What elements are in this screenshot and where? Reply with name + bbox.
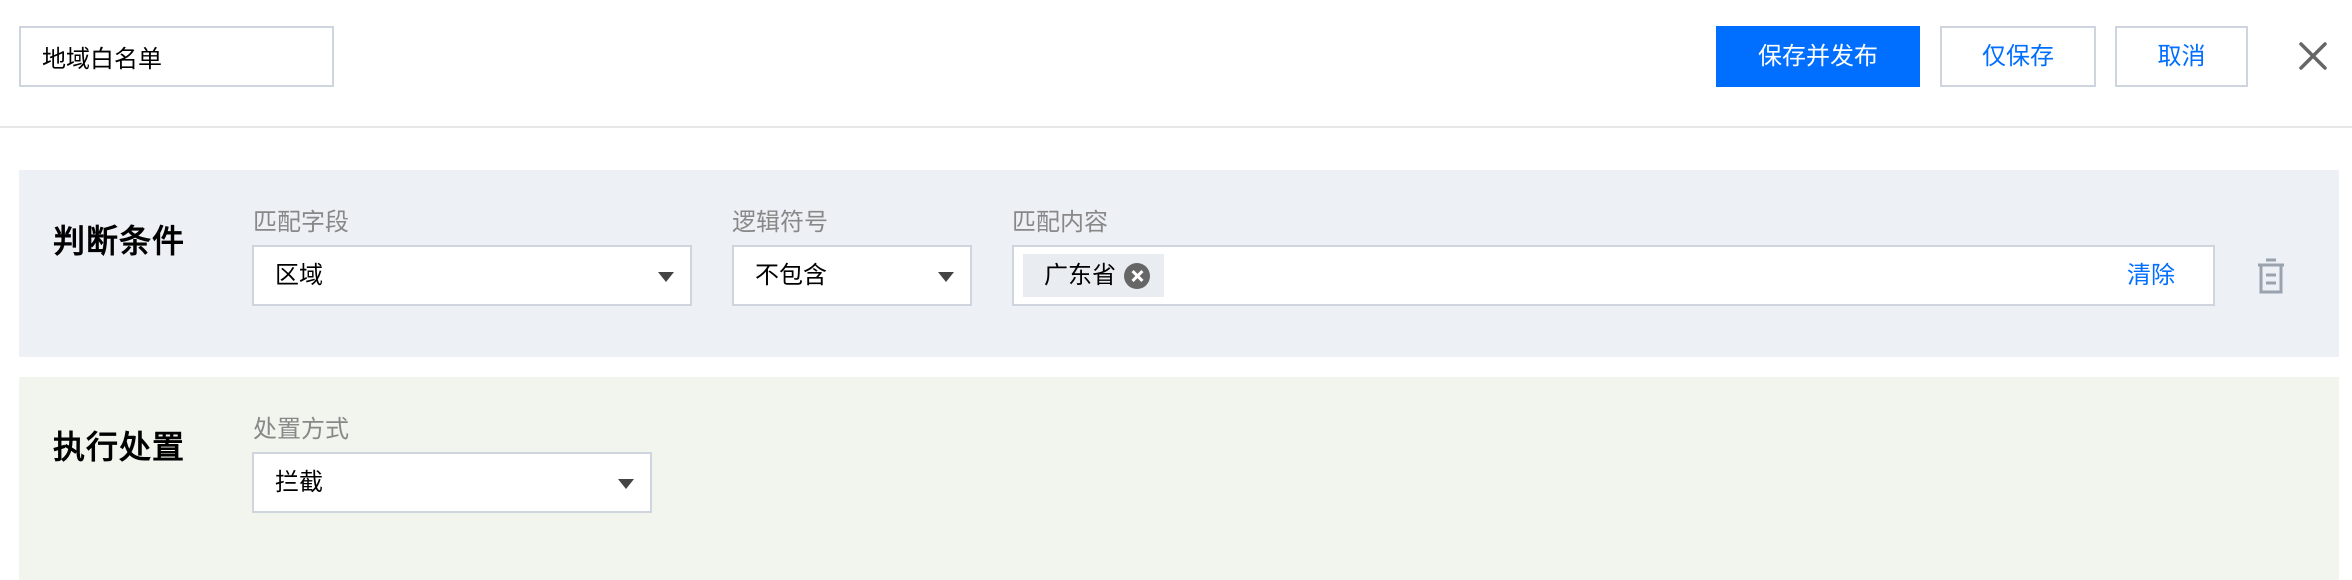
handling-method-value: 拦截 [275, 468, 323, 496]
cancel-button[interactable]: 取消 [2115, 26, 2248, 87]
logic-operator-value: 不包含 [755, 261, 827, 289]
chevron-down-icon [618, 479, 634, 489]
rule-name-input[interactable] [19, 26, 334, 87]
clear-content-link[interactable]: 清除 [2127, 247, 2175, 304]
condition-section-title: 判断条件 [53, 222, 186, 260]
match-field-value: 区域 [275, 261, 323, 289]
match-content-input[interactable]: 广东省 清除 [1012, 245, 2215, 306]
condition-section: 判断条件 匹配字段 区域 逻辑符号 不包含 匹配内容 广东省 清除 [19, 170, 2339, 357]
match-field-select[interactable]: 区域 [252, 245, 692, 306]
chevron-down-icon [938, 272, 954, 282]
match-field-label: 匹配字段 [253, 208, 349, 236]
header-bar: 保存并发布 仅保存 取消 [0, 0, 2352, 128]
logic-operator-label: 逻辑符号 [732, 208, 828, 236]
content-tag-label: 广东省 [1044, 261, 1116, 289]
save-only-button[interactable]: 仅保存 [1940, 26, 2096, 87]
execution-section: 执行处置 处置方式 拦截 [19, 377, 2339, 580]
content-tag: 广东省 [1023, 254, 1164, 297]
handling-method-select[interactable]: 拦截 [252, 452, 652, 513]
execution-section-title: 执行处置 [53, 428, 186, 466]
trash-icon[interactable] [2255, 258, 2287, 294]
logic-operator-select[interactable]: 不包含 [732, 245, 972, 306]
tag-remove-icon[interactable] [1124, 263, 1150, 289]
handling-method-label: 处置方式 [253, 415, 349, 443]
chevron-down-icon [658, 272, 674, 282]
match-content-label: 匹配内容 [1012, 208, 1108, 236]
close-icon[interactable] [2297, 40, 2329, 72]
save-and-publish-button[interactable]: 保存并发布 [1716, 26, 1920, 87]
